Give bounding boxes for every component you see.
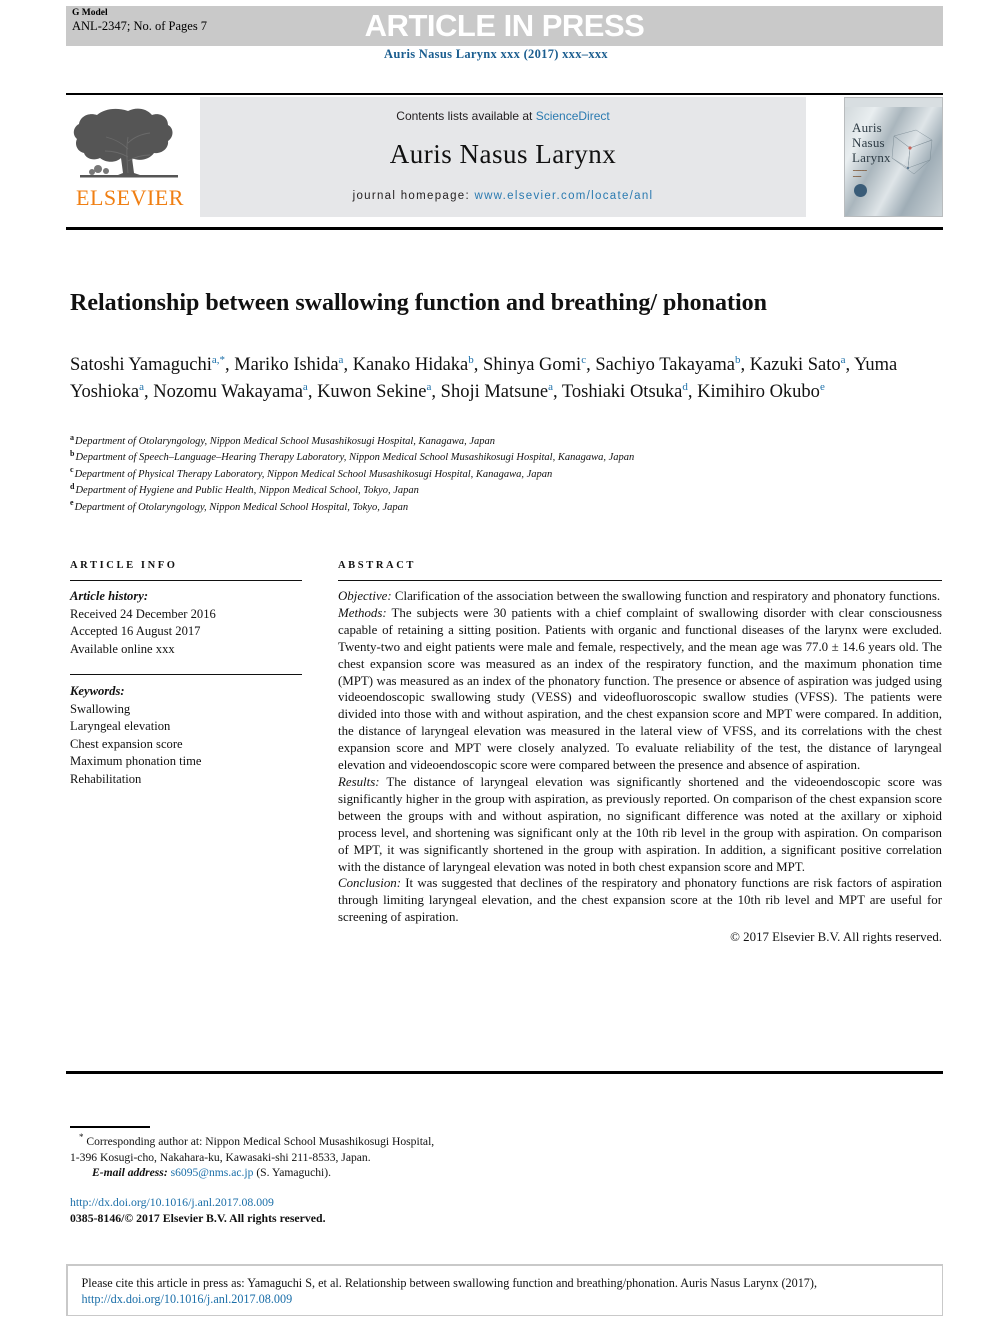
homepage-label: journal homepage:: [352, 190, 475, 202]
journal-masthead: ELSEVIER Contents lists available at Sci…: [66, 93, 943, 217]
homepage-url-link[interactable]: www.elsevier.com/locate/anl: [474, 190, 653, 202]
asterisk-icon: *: [79, 1132, 84, 1143]
journal-homepage-line: journal homepage: www.elsevier.com/locat…: [200, 190, 806, 202]
manuscript-id: ANL-2347; No. of Pages 7: [72, 19, 208, 33]
footnote-block: * Corresponding author at: Nippon Medica…: [70, 1132, 550, 1181]
issn-copyright-line: 0385-8146/© 2017 Elsevier B.V. All right…: [70, 1211, 326, 1225]
cover-title-line-2: Nasus: [852, 135, 885, 150]
cover-topbar: [845, 98, 942, 107]
keywords-block: Keywords: Swallowing Laryngeal elevation…: [70, 683, 302, 788]
email-owner: (S. Yamaguchi).: [256, 1166, 332, 1180]
corresponding-author-line-2: 1-396 Kosugi-cho, Nakahara-ku, Kawasaki-…: [70, 1150, 371, 1164]
email-label: E-mail address:: [92, 1166, 168, 1180]
journal-cover-thumbnail: Auris Nasus Larynx ━━━━━ ━━━: [844, 97, 943, 217]
abstract-text-objective: Clarification of the association between…: [391, 589, 941, 603]
cite-this-article-box: Please cite this article in press as: Ya…: [66, 1264, 943, 1316]
article-info-rule: [70, 580, 302, 581]
affiliation-item: eDepartment of Otolaryngology, Nippon Me…: [70, 499, 940, 516]
history-available-online: Available online xxx: [70, 641, 175, 656]
g-model-label: G Model: [72, 8, 108, 18]
affiliation-item: aDepartment of Otolaryngology, Nippon Me…: [70, 433, 940, 450]
author-list: Satoshi Yamaguchia,*, Mariko Ishidaa, Ka…: [70, 353, 898, 402]
elsevier-logo: ELSEVIER: [66, 97, 194, 217]
affiliation-text: Department of Otolaryngology, Nippon Med…: [74, 501, 409, 513]
keyword-item: Maximum phonation time: [70, 754, 202, 768]
masthead-top-rule: [66, 93, 943, 95]
cite-this-article-text: Please cite this article in press as: Ya…: [67, 1265, 942, 1315]
affiliation-item: dDepartment of Hygiene and Public Health…: [70, 482, 940, 499]
journal-title: Auris Nasus Larynx: [389, 139, 617, 169]
abstract-text-results: The distance of laryngeal elevation was …: [338, 774, 942, 874]
abstract-label-methods: Methods:: [338, 605, 387, 620]
abstract-label-objective: Objective:: [338, 589, 392, 603]
email-line: E-mail address: s6095@nms.ac.jp (S. Yama…: [70, 1165, 550, 1181]
affiliation-text: Department of Otolaryngology, Nippon Med…: [75, 436, 495, 447]
abstract-section-objective: Objective: Clarification of the associat…: [338, 588, 942, 605]
article-info-separator: [70, 674, 302, 675]
masthead-bottom-rule: [66, 227, 943, 230]
corresponding-author-text: Corresponding author at: Nippon Medical …: [86, 1135, 435, 1148]
masthead-center-panel: Contents lists available at ScienceDirec…: [200, 97, 806, 217]
cover-journal-title: Auris Nasus Larynx: [852, 120, 891, 165]
abstract-heading: ABSTRACT: [338, 560, 416, 571]
sciencedirect-link[interactable]: ScienceDirect: [536, 109, 610, 123]
affiliation-list: aDepartment of Otolaryngology, Nippon Me…: [70, 433, 940, 516]
affiliation-text: Department of Hygiene and Public Health,…: [75, 485, 419, 497]
abstract-column: ABSTRACT Objective: Clarification of the…: [338, 560, 942, 946]
article-history-label: Article history:: [70, 589, 149, 603]
article-history-block: Article history: Received 24 December 20…: [70, 588, 302, 658]
cover-title-line-3: Larynx: [852, 150, 891, 165]
history-received: Received 24 December 2016: [70, 606, 216, 621]
cite-text: Please cite this article in press as: Ya…: [81, 1275, 818, 1290]
article-first-page: ARTICLE IN PRESS G Model ANL-2347; No. o…: [0, 0, 992, 1323]
doi-link[interactable]: http://dx.doi.org/10.1016/j.anl.2017.08.…: [70, 1194, 550, 1210]
journal-reference-line: Auris Nasus Larynx xxx (2017) xxx–xxx: [384, 47, 608, 61]
abstract-bottom-rule: [66, 1071, 943, 1074]
contents-prefix: Contents lists available at: [396, 109, 536, 123]
corresponding-author-line-1: * Corresponding author at: Nippon Medica…: [70, 1132, 550, 1150]
affiliation-text: Department of Physical Therapy Laborator…: [74, 468, 553, 480]
elsevier-tree-icon: [73, 108, 178, 178]
cite-doi-link[interactable]: http://dx.doi.org/10.1016/j.anl.2017.08.…: [82, 1292, 293, 1306]
contents-available-line: Contents lists available at ScienceDirec…: [200, 109, 806, 123]
footnote-rule: [70, 1126, 150, 1128]
abstract-section-results: Results: The distance of laryngeal eleva…: [338, 774, 942, 875]
keywords-label: Keywords:: [70, 684, 125, 698]
elsevier-wordmark: ELSEVIER: [76, 185, 184, 210]
abstract-body: Objective: Clarification of the associat…: [338, 588, 942, 946]
keyword-item: Swallowing: [70, 701, 131, 716]
page-title: Relationship between swallowing function…: [70, 290, 768, 317]
abstract-section-conclusion: Conclusion: It was suggested that declin…: [338, 875, 942, 926]
g-model-block: G Model ANL-2347; No. of Pages 7: [72, 8, 207, 34]
article-info-heading: ARTICLE INFO: [70, 560, 178, 571]
article-info-column: ARTICLE INFO Article history: Received 2…: [70, 560, 302, 788]
abstract-copyright: © 2017 Elsevier B.V. All rights reserved…: [730, 930, 942, 945]
doi-block: http://dx.doi.org/10.1016/j.anl.2017.08.…: [70, 1194, 550, 1226]
abstract-label-conclusion: Conclusion:: [338, 876, 402, 891]
abstract-text-methods: The subjects were 30 patients with a chi…: [338, 605, 942, 773]
keyword-item: Chest expansion score: [70, 736, 183, 751]
affiliation-text: Department of Speech–Language–Hearing Th…: [75, 452, 635, 464]
affiliation-item: bDepartment of Speech–Language–Hearing T…: [70, 449, 940, 466]
abstract-section-methods: Methods: The subjects were 30 patients w…: [338, 605, 942, 774]
abstract-rule: [338, 580, 942, 581]
email-link[interactable]: s6095@nms.ac.jp: [171, 1166, 254, 1179]
abstract-text-conclusion: It was suggested that declines of the re…: [338, 876, 942, 925]
cover-title-line-1: Auris: [852, 120, 882, 135]
history-accepted: Accepted 16 August 2017: [70, 624, 201, 638]
cover-society-seal-icon: [854, 184, 867, 197]
abstract-label-results: Results:: [338, 774, 380, 789]
keyword-item: Laryngeal elevation: [70, 719, 171, 733]
cover-subtitle: ━━━━━ ━━━: [853, 168, 867, 179]
affiliation-item: cDepartment of Physical Therapy Laborato…: [70, 466, 940, 483]
keyword-item: Rehabilitation: [70, 771, 142, 786]
